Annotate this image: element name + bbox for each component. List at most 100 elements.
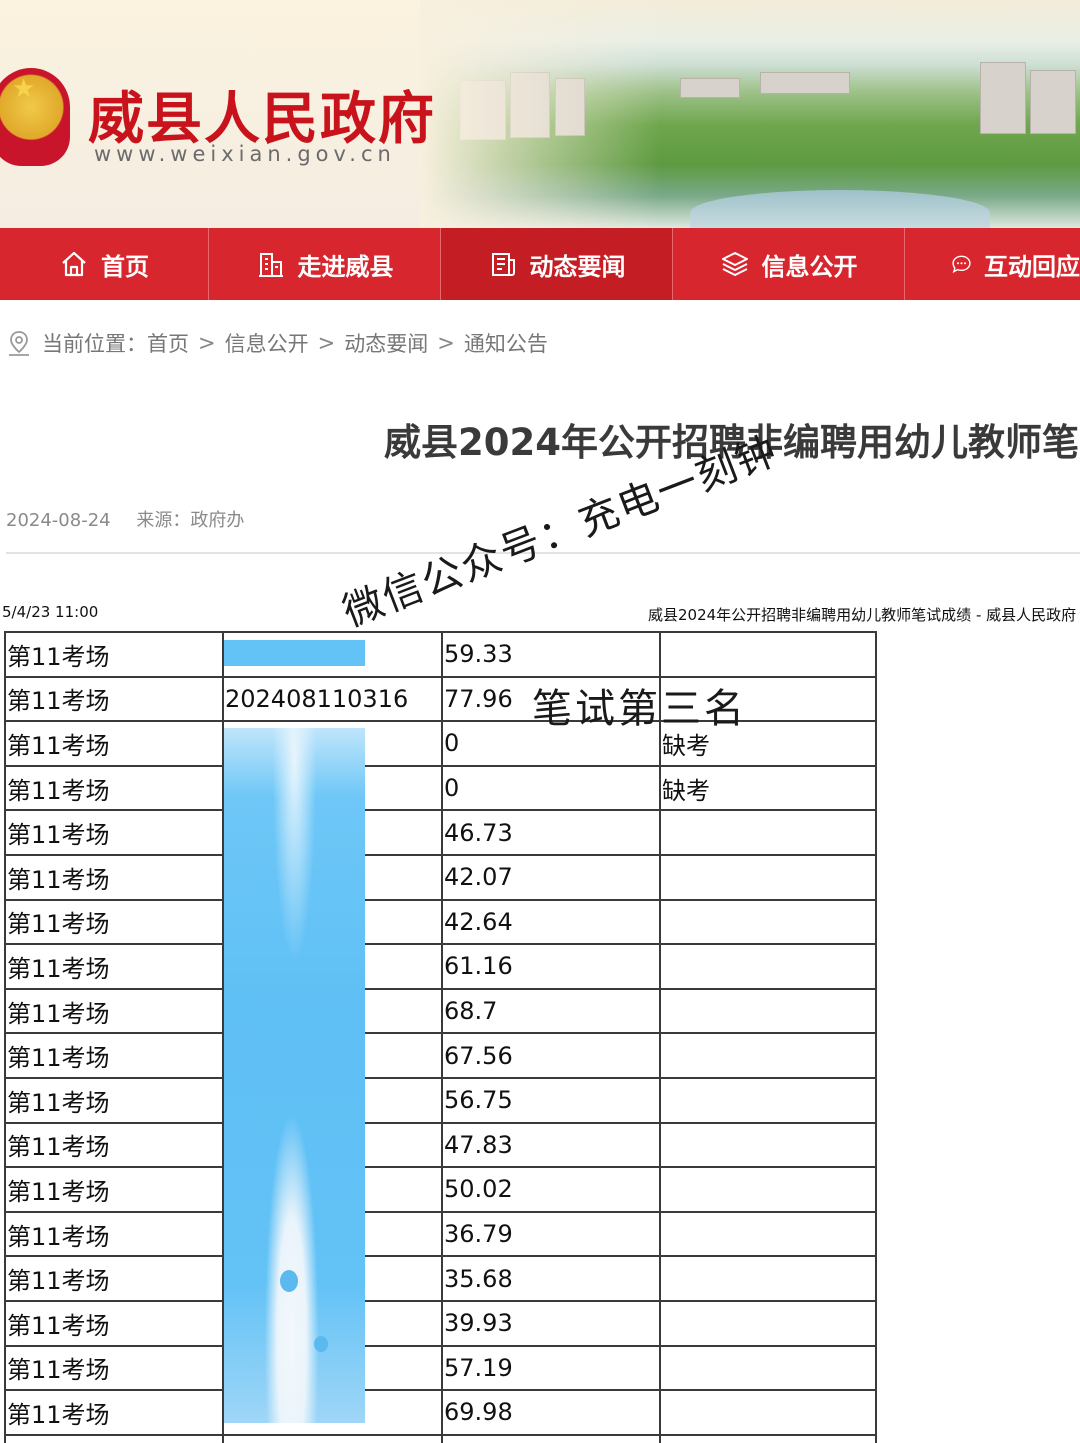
table-row: 第11考场 68.7 bbox=[4, 987, 877, 1035]
breadcrumb-news[interactable]: 动态要闻 bbox=[344, 328, 428, 358]
exam-room-cell: 第11考场 bbox=[4, 764, 224, 812]
remark-cell bbox=[659, 1389, 877, 1436]
print-date: 5/4/23 11:00 bbox=[2, 603, 99, 621]
breadcrumb-separator: > bbox=[437, 331, 455, 355]
nav-item-info[interactable]: 信息公开 bbox=[673, 228, 905, 300]
remark-cell bbox=[659, 1299, 877, 1347]
score-cell: 61.16 bbox=[441, 943, 661, 990]
redaction-sticker-overlay bbox=[224, 728, 365, 1423]
score-cell: 56.75 bbox=[441, 1076, 661, 1124]
exam-room-cell: 第11考场 bbox=[4, 943, 224, 990]
exam-room-cell: 第11考场 bbox=[4, 1121, 224, 1169]
building-shape bbox=[760, 72, 850, 94]
score-cell: 39.93 bbox=[441, 1299, 661, 1347]
article-date: 2024-08-24 bbox=[6, 510, 111, 531]
nav-label: 动态要闻 bbox=[529, 252, 626, 281]
breadcrumb: 当前位置： 首页 > 信息公开 > 动态要闻 > 通知公告 bbox=[6, 328, 548, 358]
score-cell: 59.33 bbox=[441, 631, 661, 678]
remark-cell bbox=[659, 898, 877, 946]
exam-room-cell: 第11考场 bbox=[4, 898, 224, 946]
remark-cell bbox=[659, 1433, 877, 1443]
news-icon bbox=[491, 253, 515, 276]
table-row: 第11考场 57.19 bbox=[4, 1344, 877, 1392]
banner-fade bbox=[420, 0, 660, 228]
exam-room-cell: 第11考场 bbox=[4, 1166, 224, 1213]
score-cell: 35.68 bbox=[441, 1255, 661, 1302]
table-row: 第11考场 50.02 bbox=[4, 1166, 877, 1213]
redaction-overlay bbox=[224, 640, 365, 666]
exam-room-cell: 第11考场 bbox=[4, 987, 224, 1035]
building-shape bbox=[980, 62, 1026, 134]
remark-cell bbox=[659, 1032, 877, 1079]
score-table: 第11考场 59.33 第11考场 202408110316 77.96 第11考场 0 缺考… bbox=[4, 631, 877, 1443]
building-shape bbox=[1030, 70, 1076, 134]
table-row: 第11考场 36.79 bbox=[4, 1210, 877, 1258]
breadcrumb-home[interactable]: 首页 bbox=[147, 328, 189, 358]
lake-shape bbox=[690, 190, 990, 228]
nav-label: 互动回应 bbox=[984, 252, 1080, 281]
score-cell: 68.7 bbox=[441, 987, 661, 1035]
article-source: 来源：政府办 bbox=[136, 510, 245, 531]
table-row: 第11考场 59.33 bbox=[4, 631, 877, 678]
exam-room-cell: 第11考场 bbox=[4, 1389, 224, 1436]
candidate-id-cell: 202408110316 bbox=[222, 675, 443, 723]
remark-cell bbox=[659, 809, 877, 856]
remark-cell bbox=[659, 1166, 877, 1213]
nav-item-about[interactable]: 走进威县 bbox=[209, 228, 441, 300]
table-row bbox=[4, 1433, 877, 1443]
breadcrumb-prefix: 当前位置： bbox=[42, 332, 147, 356]
exam-room-cell: 第11考场 bbox=[4, 675, 224, 723]
remark-cell bbox=[659, 987, 877, 1035]
remark-cell bbox=[659, 1121, 877, 1169]
breadcrumb-notices[interactable]: 通知公告 bbox=[464, 328, 548, 358]
table-row: 第11考场 47.83 bbox=[4, 1121, 877, 1169]
score-cell: 57.19 bbox=[441, 1344, 661, 1392]
exam-room-cell: 第11考场 bbox=[4, 1299, 224, 1347]
remark-cell bbox=[659, 1076, 877, 1124]
chat-icon bbox=[952, 255, 971, 274]
score-cell: 36.79 bbox=[441, 1210, 661, 1258]
table-row: 第11考场 56.75 bbox=[4, 1076, 877, 1124]
exam-room-cell: 第11考场 bbox=[4, 1210, 224, 1258]
score-cell: 0 bbox=[441, 764, 661, 812]
exam-room-cell: 第11考场 bbox=[4, 631, 224, 678]
building-icon bbox=[258, 253, 283, 277]
header-banner: ★ 威县人民政府 www.weixian.gov.cn bbox=[0, 0, 1080, 228]
table-row: 第11考场 0 缺考 bbox=[4, 764, 877, 812]
sticker-detail bbox=[314, 1336, 328, 1352]
nav-item-news[interactable]: 动态要闻 bbox=[441, 228, 673, 300]
watermark-rank-note: 笔试第三名 bbox=[532, 686, 747, 732]
table-row: 第11考场 67.56 bbox=[4, 1032, 877, 1079]
nav-label: 首页 bbox=[101, 252, 149, 281]
exam-room-cell bbox=[4, 1433, 224, 1443]
nav-label: 信息公开 bbox=[761, 252, 858, 281]
remark-cell bbox=[659, 1344, 877, 1392]
remark-cell bbox=[659, 853, 877, 901]
score-cell: 50.02 bbox=[441, 1166, 661, 1213]
main-nav: 首页 走进威县 动态要闻 信息公开 互动回应 bbox=[0, 228, 1080, 300]
nav-item-interaction[interactable]: 互动回应 bbox=[905, 228, 1080, 300]
exam-room-cell: 第11考场 bbox=[4, 1076, 224, 1124]
table-row: 第11考场 46.73 bbox=[4, 809, 877, 856]
score-cell: 46.73 bbox=[441, 809, 661, 856]
score-cell: 69.98 bbox=[441, 1389, 661, 1436]
exam-room-cell: 第11考场 bbox=[4, 720, 224, 767]
exam-room-cell: 第11考场 bbox=[4, 1344, 224, 1392]
breadcrumb-info[interactable]: 信息公开 bbox=[225, 328, 309, 358]
score-cell: 47.83 bbox=[441, 1121, 661, 1169]
score-cell bbox=[441, 1433, 661, 1443]
location-pin-icon bbox=[9, 331, 29, 356]
remark-cell bbox=[659, 1255, 877, 1302]
score-cell: 67.56 bbox=[441, 1032, 661, 1079]
site-url: www.weixian.gov.cn bbox=[94, 142, 396, 166]
layers-icon bbox=[721, 252, 748, 276]
breadcrumb-separator: > bbox=[317, 331, 336, 355]
nav-item-home[interactable]: 首页 bbox=[0, 228, 209, 300]
score-cell: 42.07 bbox=[441, 853, 661, 901]
table-row: 第11考场 39.93 bbox=[4, 1299, 877, 1347]
table-row: 第11考场 69.98 bbox=[4, 1389, 877, 1436]
remark-cell: 缺考 bbox=[659, 764, 877, 812]
exam-room-cell: 第11考场 bbox=[4, 1255, 224, 1302]
table-row: 第11考场 42.64 bbox=[4, 898, 877, 946]
sticker-detail bbox=[280, 1270, 298, 1292]
